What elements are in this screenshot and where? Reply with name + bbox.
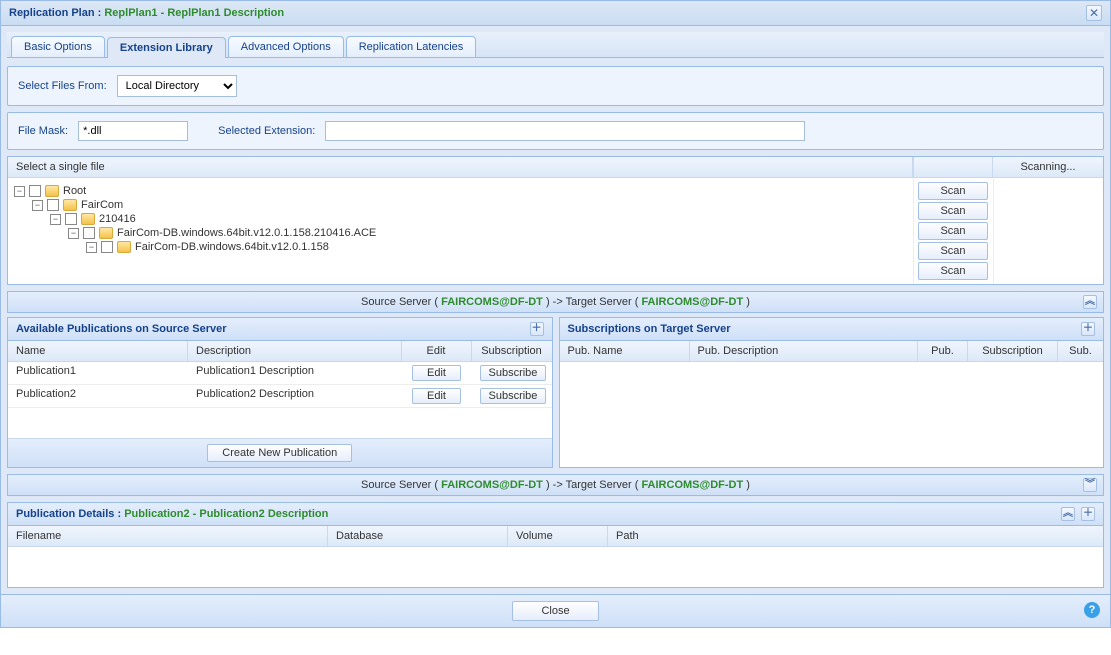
available-publications-title: Available Publications on Source Server — [16, 323, 227, 335]
add-icon[interactable]: ＋ — [1081, 322, 1095, 336]
table-row[interactable]: Publication1 Publication1 Description Ed… — [8, 362, 552, 385]
tree-checkbox[interactable] — [29, 185, 41, 197]
scan-button[interactable]: Scan — [918, 182, 988, 200]
add-icon[interactable]: ＋ — [530, 322, 544, 336]
tree-node-v158[interactable]: FairCom-DB.windows.64bit.v12.0.1.158 — [135, 241, 329, 253]
close-icon[interactable]: ✕ — [1086, 5, 1102, 21]
selected-extension-input[interactable] — [325, 121, 805, 141]
col-filename: Filename — [8, 526, 328, 546]
tab-extension-library[interactable]: Extension Library — [107, 37, 226, 58]
expand-icon[interactable]: − — [68, 228, 79, 239]
col-subscription: Subscription — [968, 341, 1058, 361]
scan-button[interactable]: Scan — [918, 202, 988, 220]
source-target-bar-2: Source Server ( FAIRCOMS@DF-DT ) -> Targ… — [7, 474, 1104, 496]
title-sep: - — [158, 7, 168, 19]
title-prefix: Replication Plan : — [9, 7, 104, 19]
edit-button[interactable]: Edit — [412, 388, 461, 404]
expand-icon[interactable]: ︾ — [1083, 478, 1097, 492]
tree-node-root[interactable]: Root — [63, 185, 86, 197]
col-sub: Sub. — [1058, 341, 1103, 361]
tree-checkbox[interactable] — [101, 241, 113, 253]
file-tree-header: Select a single file — [8, 157, 913, 177]
plan-desc: ReplPlan1 Description — [167, 7, 284, 19]
pub-details-prefix: Publication Details : — [16, 508, 124, 520]
subscriptions-title: Subscriptions on Target Server — [568, 323, 731, 335]
col-description: Description — [188, 341, 402, 361]
expand-icon[interactable]: − — [32, 200, 43, 211]
file-tree-panel: Select a single file Scanning... − Root … — [7, 156, 1104, 285]
tab-advanced-options[interactable]: Advanced Options — [228, 36, 344, 57]
tree-checkbox[interactable] — [83, 227, 95, 239]
replication-plan-dialog: Replication Plan : ReplPlan1 - ReplPlan1… — [0, 0, 1111, 628]
scan-button[interactable]: Scan — [918, 222, 988, 240]
col-pub-name: Pub. Name — [560, 341, 690, 361]
collapse-icon[interactable]: ︽ — [1061, 507, 1075, 521]
add-icon[interactable]: ＋ — [1081, 507, 1095, 521]
tree-node-210416[interactable]: 210416 — [99, 213, 136, 225]
col-pub-description: Pub. Description — [690, 341, 919, 361]
file-mask-label: File Mask: — [18, 125, 68, 137]
dialog-header: Replication Plan : ReplPlan1 - ReplPlan1… — [1, 1, 1110, 26]
edit-button[interactable]: Edit — [412, 365, 461, 381]
tree-checkbox[interactable] — [47, 199, 59, 211]
tree-node-ace[interactable]: FairCom-DB.windows.64bit.v12.0.1.158.210… — [117, 227, 376, 239]
available-publications-panel: Available Publications on Source Server … — [7, 317, 553, 468]
col-database: Database — [328, 526, 508, 546]
create-new-publication-button[interactable]: Create New Publication — [207, 444, 352, 462]
folder-icon — [117, 241, 131, 253]
selected-extension-label: Selected Extension: — [218, 125, 315, 137]
dialog-title: Replication Plan : ReplPlan1 - ReplPlan1… — [9, 7, 284, 19]
folder-icon — [99, 227, 113, 239]
expand-icon[interactable]: − — [50, 214, 61, 225]
tree-checkbox[interactable] — [65, 213, 77, 225]
scan-button[interactable]: Scan — [918, 262, 988, 280]
col-volume: Volume — [508, 526, 608, 546]
help-icon[interactable]: ? — [1084, 602, 1100, 618]
folder-icon — [81, 213, 95, 225]
tab-basic-options[interactable]: Basic Options — [11, 36, 105, 57]
pub-details-name: Publication2 — [124, 508, 189, 520]
file-mask-input[interactable] — [78, 121, 188, 141]
folder-icon — [63, 199, 77, 211]
tree-node-faircom[interactable]: FairCom — [81, 199, 123, 211]
collapse-icon[interactable]: ︽ — [1083, 295, 1097, 309]
pub-details-desc: Publication2 Description — [199, 508, 328, 520]
close-button[interactable]: Close — [512, 601, 598, 621]
dialog-footer: Close ? — [1, 594, 1110, 627]
subscriptions-panel: Subscriptions on Target Server ＋ Pub. Na… — [559, 317, 1105, 468]
select-files-label: Select Files From: — [18, 80, 107, 92]
subscribe-button[interactable]: Subscribe — [480, 388, 547, 404]
plan-name: ReplPlan1 — [104, 7, 157, 19]
table-row[interactable]: Publication2 Publication2 Description Ed… — [8, 385, 552, 408]
tabstrip: Basic Options Extension Library Advanced… — [7, 32, 1104, 58]
col-name: Name — [8, 341, 188, 361]
scan-button[interactable]: Scan — [918, 242, 988, 260]
folder-icon — [45, 185, 59, 197]
col-pub: Pub. — [918, 341, 968, 361]
col-subscription: Subscription — [472, 341, 552, 361]
select-files-from-dropdown[interactable]: Local Directory — [117, 75, 237, 97]
expand-icon[interactable]: − — [14, 186, 25, 197]
source-target-bar-1: Source Server ( FAIRCOMS@DF-DT ) -> Targ… — [7, 291, 1104, 313]
expand-icon[interactable]: − — [86, 242, 97, 253]
tab-replication-latencies[interactable]: Replication Latencies — [346, 36, 477, 57]
subscribe-button[interactable]: Subscribe — [480, 365, 547, 381]
scanning-status: Scanning... — [993, 157, 1103, 177]
col-path: Path — [608, 526, 1103, 546]
publication-details-panel: Publication Details : Publication2 - Pub… — [7, 502, 1104, 588]
col-edit: Edit — [402, 341, 472, 361]
